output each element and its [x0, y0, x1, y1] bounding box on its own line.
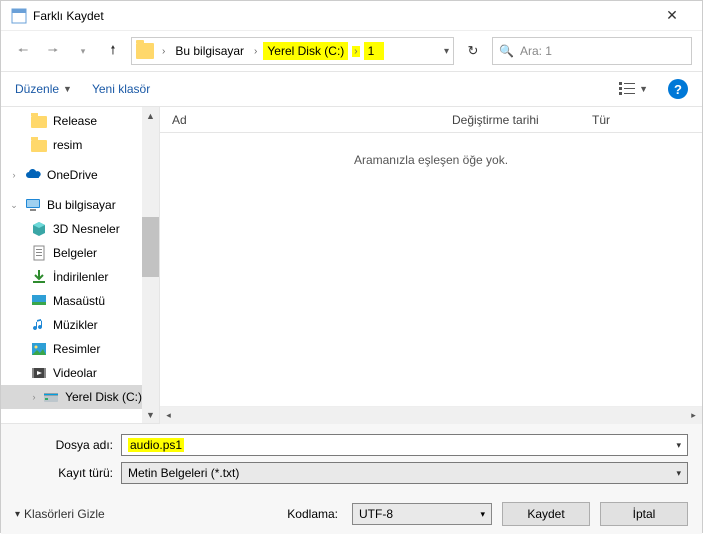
tree-label: Yerel Disk (C:) [65, 390, 142, 404]
forward-button[interactable]: 🠖 [41, 39, 65, 63]
folder-icon [31, 137, 47, 153]
tree-item-3d[interactable]: 3D Nesneler [1, 217, 142, 241]
hscroll-right[interactable]: ▸ [685, 407, 702, 424]
tree-item-pic[interactable]: Resimler [1, 337, 142, 361]
disk-icon [43, 389, 59, 405]
tree-label: Videolar [53, 366, 97, 380]
breadcrumb-sep: › [160, 46, 167, 57]
pc-icon [25, 197, 41, 213]
music-icon [31, 317, 47, 333]
breadcrumb-sep: › [252, 46, 259, 57]
search-box[interactable]: 🔍 Ara: 1 [492, 37, 692, 65]
tree-label: İndirilenler [53, 270, 108, 284]
tree-item-pc[interactable]: ⌄ Bu bilgisayar [1, 193, 142, 217]
view-mode-button[interactable]: ▼ [619, 82, 648, 96]
tree-item-desk[interactable]: Masaüstü [1, 289, 142, 313]
tree-item-doc[interactable]: Belgeler [1, 241, 142, 265]
col-type[interactable]: Tür [592, 113, 702, 127]
save-button[interactable]: Kaydet [502, 502, 590, 526]
scroll-thumb[interactable] [142, 217, 159, 277]
folder-icon [31, 113, 47, 129]
sidebar: Release resim › OneDrive ⌄ Bu bilgisayar 3D Ne… [1, 107, 159, 423]
scroll-down-button[interactable]: ▼ [142, 406, 159, 423]
col-date[interactable]: Değiştirme tarihi [452, 113, 592, 127]
content-hscroll[interactable]: ◂ ▸ [160, 406, 702, 423]
recent-dropdown[interactable]: ▾ [71, 39, 95, 63]
empty-message: Aramanızla eşleşen öğe yok. [354, 153, 508, 167]
crumb-folder[interactable]: 1 [364, 42, 385, 60]
cancel-button[interactable]: İptal [600, 502, 688, 526]
tree-item-disk[interactable]: › Yerel Disk (C:) [1, 385, 142, 409]
3d-icon [31, 221, 47, 237]
col-name[interactable]: Ad [172, 113, 452, 127]
tree-label: Belgeler [53, 246, 97, 260]
tree-label: Resimler [53, 342, 100, 356]
up-button[interactable]: 🠕 [101, 39, 125, 63]
tree-label: resim [53, 138, 82, 152]
filename-input[interactable]: audio.ps1 ▾ [121, 434, 688, 456]
expand-caret[interactable]: › [9, 170, 19, 180]
title-bar: Farklı Kaydet ✕ [1, 1, 702, 31]
filename-value: audio.ps1 [128, 438, 184, 452]
tree-item-folder[interactable]: Release [1, 109, 142, 133]
bottom-panel: Dosya adı: audio.ps1 ▾ Kayıt türü: Metin… [1, 423, 702, 534]
content-area: Ad Değiştirme tarihi Tür Aramanızla eşle… [159, 107, 702, 423]
back-button[interactable]: 🠔 [11, 39, 35, 63]
doc-icon [31, 245, 47, 261]
dl-icon [31, 269, 47, 285]
tree-item-vid[interactable]: Videolar [1, 361, 142, 385]
encoding-value: UTF-8 [359, 507, 393, 521]
tree-label: OneDrive [47, 168, 98, 182]
tree-label: Müzikler [53, 318, 98, 332]
hide-folders-button[interactable]: ▾Klasörleri Gizle [15, 507, 105, 521]
filetype-dropdown-icon[interactable]: ▾ [676, 468, 681, 479]
tree-label: 3D Nesneler [53, 222, 120, 236]
filetype-select[interactable]: Metin Belgeleri (*.txt) ▾ [121, 462, 688, 484]
filename-label: Dosya adı: [15, 438, 121, 452]
address-bar[interactable]: › Bu bilgisayar › Yerel Disk (C:) › 1 ▾ [131, 37, 454, 65]
desk-icon [31, 293, 47, 309]
crumb-disk[interactable]: Yerel Disk (C:) [263, 42, 348, 60]
app-icon [11, 8, 27, 24]
vid-icon [31, 365, 47, 381]
expand-caret[interactable]: ⌄ [9, 200, 19, 211]
encoding-dropdown-icon[interactable]: ▾ [480, 509, 485, 520]
column-headers: Ad Değiştirme tarihi Tür [160, 107, 702, 133]
address-dropdown-icon[interactable]: ▾ [444, 46, 449, 57]
tree-label: Masaüstü [53, 294, 105, 308]
onedrive-icon [25, 167, 41, 183]
scroll-up-button[interactable]: ▲ [142, 107, 159, 124]
hscroll-left[interactable]: ◂ [160, 407, 177, 424]
tree-item-music[interactable]: Müzikler [1, 313, 142, 337]
encoding-select[interactable]: UTF-8 ▾ [352, 503, 492, 525]
filetype-label: Kayıt türü: [15, 466, 121, 480]
help-button[interactable]: ? [668, 79, 688, 99]
toolbar: Düzenle▼ Yeni klasör ▼ ? [1, 71, 702, 107]
close-button[interactable]: ✕ [652, 2, 692, 30]
refresh-button[interactable]: ↻ [460, 37, 486, 65]
filetype-value: Metin Belgeleri (*.txt) [128, 466, 239, 480]
tree-item-dl[interactable]: İndirilenler [1, 265, 142, 289]
breadcrumb-sep: › [352, 46, 359, 57]
pic-icon [31, 341, 47, 357]
tree-item-folder[interactable]: resim [1, 133, 142, 157]
encoding-label: Kodlama: [287, 507, 338, 521]
tree-label: Release [53, 114, 97, 128]
folder-icon [136, 43, 154, 59]
tree-item-onedrive[interactable]: › OneDrive [1, 163, 142, 187]
crumb-pc[interactable]: Bu bilgisayar [171, 42, 248, 60]
nav-bar: 🠔 🠖 ▾ 🠕 › Bu bilgisayar › Yerel Disk (C:… [1, 31, 702, 71]
expand-caret[interactable]: › [31, 392, 37, 402]
window-title: Farklı Kaydet [33, 9, 652, 23]
filename-dropdown-icon[interactable]: ▾ [676, 440, 681, 451]
search-icon: 🔍 [499, 44, 514, 58]
search-placeholder: Ara: 1 [520, 44, 552, 58]
file-list: Aramanızla eşleşen öğe yok. [160, 133, 702, 406]
tree-label: Bu bilgisayar [47, 198, 116, 212]
organize-button[interactable]: Düzenle▼ [15, 82, 72, 96]
new-folder-button[interactable]: Yeni klasör [92, 82, 150, 96]
